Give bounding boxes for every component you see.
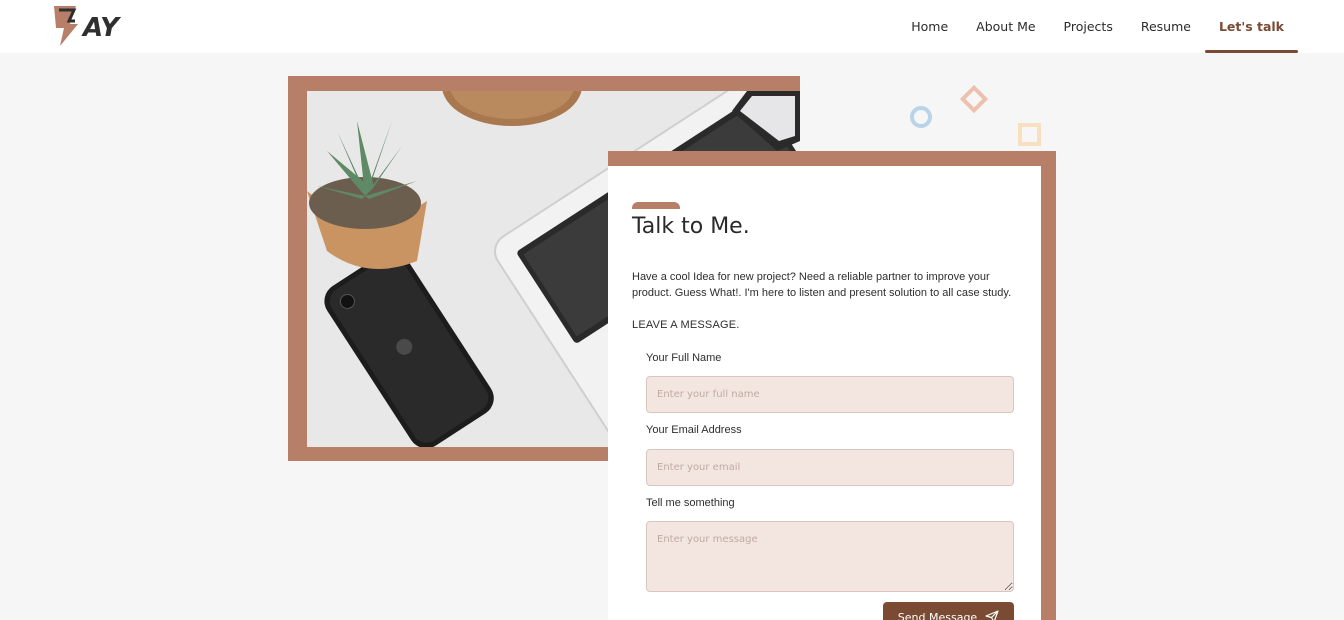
contact-card: Talk to Me. Have a cool Idea for new pro… <box>608 166 1041 620</box>
svg-text:AY: AY <box>81 13 122 43</box>
nav-projects[interactable]: Projects <box>1064 0 1113 53</box>
circle-decoration-icon <box>910 106 932 128</box>
square-decoration-icon <box>1018 123 1041 146</box>
nav-resume[interactable]: Resume <box>1141 0 1191 53</box>
send-message-button[interactable]: Send Message <box>883 602 1014 620</box>
leave-message-heading: LEAVE A MESSAGE. <box>632 319 740 331</box>
bay-logo[interactable]: AY <box>46 2 138 48</box>
nav-lets-talk[interactable]: Let's talk <box>1204 0 1299 53</box>
nav-about-me[interactable]: About Me <box>976 0 1035 53</box>
full-name-input[interactable] <box>646 376 1014 413</box>
send-message-label: Send Message <box>897 611 978 620</box>
message-textarea[interactable] <box>646 521 1014 592</box>
diamond-decoration-icon <box>959 84 989 114</box>
main-nav: Home About Me Projects Resume Let's talk <box>883 0 1299 53</box>
paper-plane-icon <box>985 610 999 620</box>
email-label: Your Email Address <box>646 424 742 436</box>
email-input[interactable] <box>646 449 1014 486</box>
message-label: Tell me something <box>646 497 735 509</box>
title-accent-bar <box>632 202 680 209</box>
contact-intro: Have a cool Idea for new project? Need a… <box>632 271 1012 299</box>
nav-home[interactable]: Home <box>911 0 948 53</box>
site-header: AY Home About Me Projects Resume Let's t… <box>0 0 1344 53</box>
contact-title: Talk to Me. <box>632 214 750 239</box>
name-label: Your Full Name <box>646 352 722 364</box>
